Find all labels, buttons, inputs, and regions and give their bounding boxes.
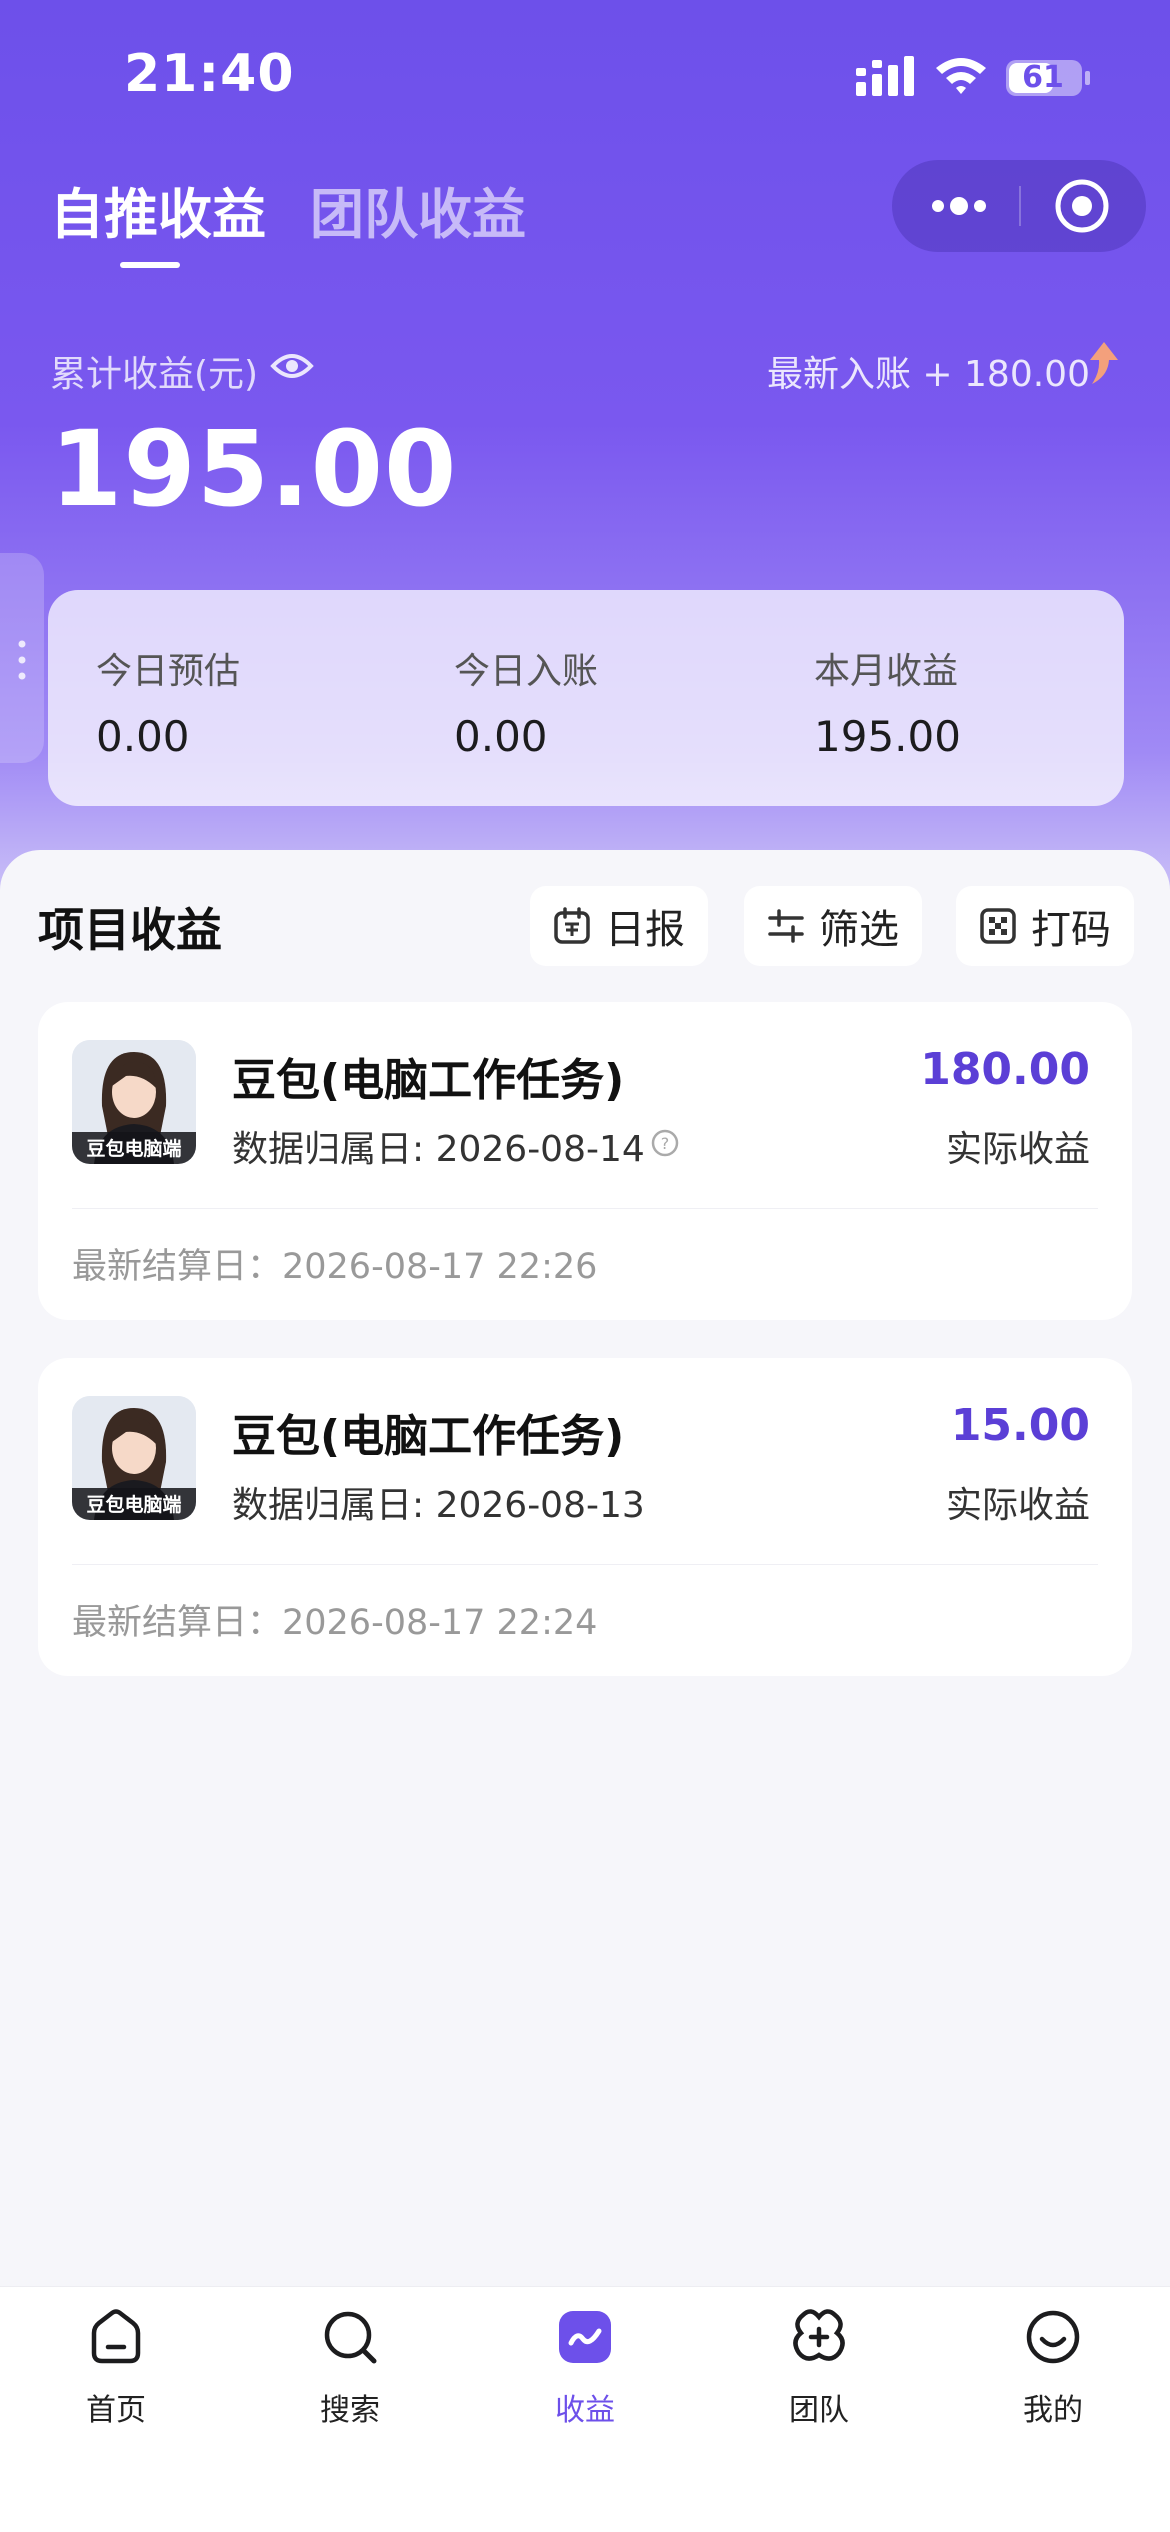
nav-earnings[interactable]: 收益 xyxy=(505,2307,665,2437)
svg-text:?: ? xyxy=(661,1134,670,1153)
search-icon xyxy=(324,2311,377,2364)
nav-profile[interactable]: 我的 xyxy=(973,2307,1133,2437)
cumulative-income-label: 累计收益(元) xyxy=(50,354,259,395)
stat-value: 195.00 xyxy=(814,712,961,761)
filter-label: 筛选 xyxy=(819,907,899,953)
avatar-caption: 豆包电脑端 xyxy=(86,1493,181,1516)
capsule-divider xyxy=(1019,186,1021,226)
earnings-icon xyxy=(559,2311,611,2363)
card-divider xyxy=(72,1564,1098,1565)
filter-button[interactable]: 筛选 xyxy=(744,886,922,966)
tab-self-income[interactable]: 自推收益 xyxy=(50,170,266,249)
nav-label: 收益 xyxy=(555,2393,615,2428)
daily-report-label: 日报 xyxy=(605,907,685,953)
mask-code-label: 打码 xyxy=(1031,907,1111,953)
help-icon[interactable]: ? xyxy=(650,1128,680,1158)
calendar-icon xyxy=(554,907,590,944)
project-amount-label: 实际收益 xyxy=(945,1129,1090,1170)
active-tab-indicator xyxy=(120,262,180,268)
filter-sliders-icon xyxy=(768,909,804,943)
stat-label: 今日入账 xyxy=(454,651,599,692)
card-divider xyxy=(72,1208,1098,1209)
nav-team[interactable]: 团队 xyxy=(739,2307,899,2437)
project-avatar: 豆包电脑端 xyxy=(72,1396,196,1520)
team-icon xyxy=(793,2309,845,2361)
daily-report-button[interactable]: 日报 xyxy=(530,886,708,966)
bottom-navigation: 首页 搜索 收益 团队 我的 xyxy=(0,2286,1170,2532)
project-amount: 180.00 xyxy=(920,1044,1090,1095)
tab-team-income[interactable]: 团队收益 xyxy=(310,170,526,249)
stat-label: 今日预估 xyxy=(96,651,241,692)
arrow-up-icon xyxy=(1090,342,1118,384)
close-mini-program-icon[interactable] xyxy=(1052,176,1112,236)
stat-month-income: 本月收益 195.00 xyxy=(814,642,961,761)
cumulative-income-amount: 195.00 xyxy=(50,408,458,530)
avatar-illustration: 豆包电脑端 xyxy=(72,1040,196,1164)
latest-income-text: 最新入账 + 180.00 xyxy=(766,354,1090,395)
wifi-icon xyxy=(936,58,986,94)
mask-code-button[interactable]: 打码 xyxy=(956,886,1134,966)
mosaic-icon xyxy=(980,908,1016,944)
status-bar: 21:40 61 xyxy=(0,0,1170,150)
cellular-signal-icon xyxy=(856,56,914,96)
income-stats-card: 今日预估 0.00 今日入账 0.00 本月收益 195.00 xyxy=(48,590,1124,806)
nav-label: 我的 xyxy=(1023,2393,1083,2428)
project-name: 豆包(电脑工作任务) xyxy=(232,1055,625,1106)
stat-value: 0.00 xyxy=(454,712,548,761)
project-amount-label: 实际收益 xyxy=(945,1485,1090,1526)
stat-today-estimate: 今日预估 0.00 xyxy=(96,642,240,761)
project-amount: 15.00 xyxy=(950,1400,1090,1451)
profile-icon xyxy=(1026,2310,1080,2364)
mini-program-capsule xyxy=(892,160,1146,252)
nav-label: 首页 xyxy=(86,2393,146,2428)
nav-search[interactable]: 搜索 xyxy=(270,2307,430,2437)
nav-label: 搜索 xyxy=(320,2393,380,2428)
project-data-date: 数据归属日: 2026-08-14 xyxy=(232,1129,645,1170)
eye-icon[interactable] xyxy=(270,348,314,384)
stat-today-credited: 今日入账 0.00 xyxy=(454,642,598,761)
project-card[interactable]: 豆包电脑端 豆包(电脑工作任务) 数据归属日: 2026-08-14 ? 180… xyxy=(38,1002,1132,1320)
project-card[interactable]: 豆包电脑端 豆包(电脑工作任务) 数据归属日: 2026-08-13 15.00… xyxy=(38,1358,1132,1676)
drag-dots-icon xyxy=(18,640,26,680)
project-name: 豆包(电脑工作任务) xyxy=(232,1411,625,1462)
project-settlement-date: 最新结算日：2026-08-17 22:24 xyxy=(72,1603,598,1643)
nav-home[interactable]: 首页 xyxy=(36,2307,196,2437)
battery-level: 61 xyxy=(1022,60,1064,95)
project-avatar: 豆包电脑端 xyxy=(72,1040,196,1164)
stat-label: 本月收益 xyxy=(814,651,959,692)
home-icon xyxy=(91,2309,141,2364)
avatar-illustration: 豆包电脑端 xyxy=(72,1396,196,1520)
status-time: 21:40 xyxy=(124,44,295,104)
project-data-date: 数据归属日: 2026-08-13 xyxy=(232,1485,645,1526)
stat-value: 0.00 xyxy=(96,712,190,761)
more-options-icon[interactable] xyxy=(924,180,994,232)
project-income-section: 项目收益 日报 筛选 打码 豆包电脑端 豆包(电脑工作任务) 数据归属日: 20… xyxy=(0,850,1170,2290)
avatar-caption: 豆包电脑端 xyxy=(86,1137,181,1160)
nav-label: 团队 xyxy=(789,2393,849,2428)
section-title: 项目收益 xyxy=(38,903,222,957)
project-settlement-date: 最新结算日：2026-08-17 22:26 xyxy=(72,1247,598,1287)
